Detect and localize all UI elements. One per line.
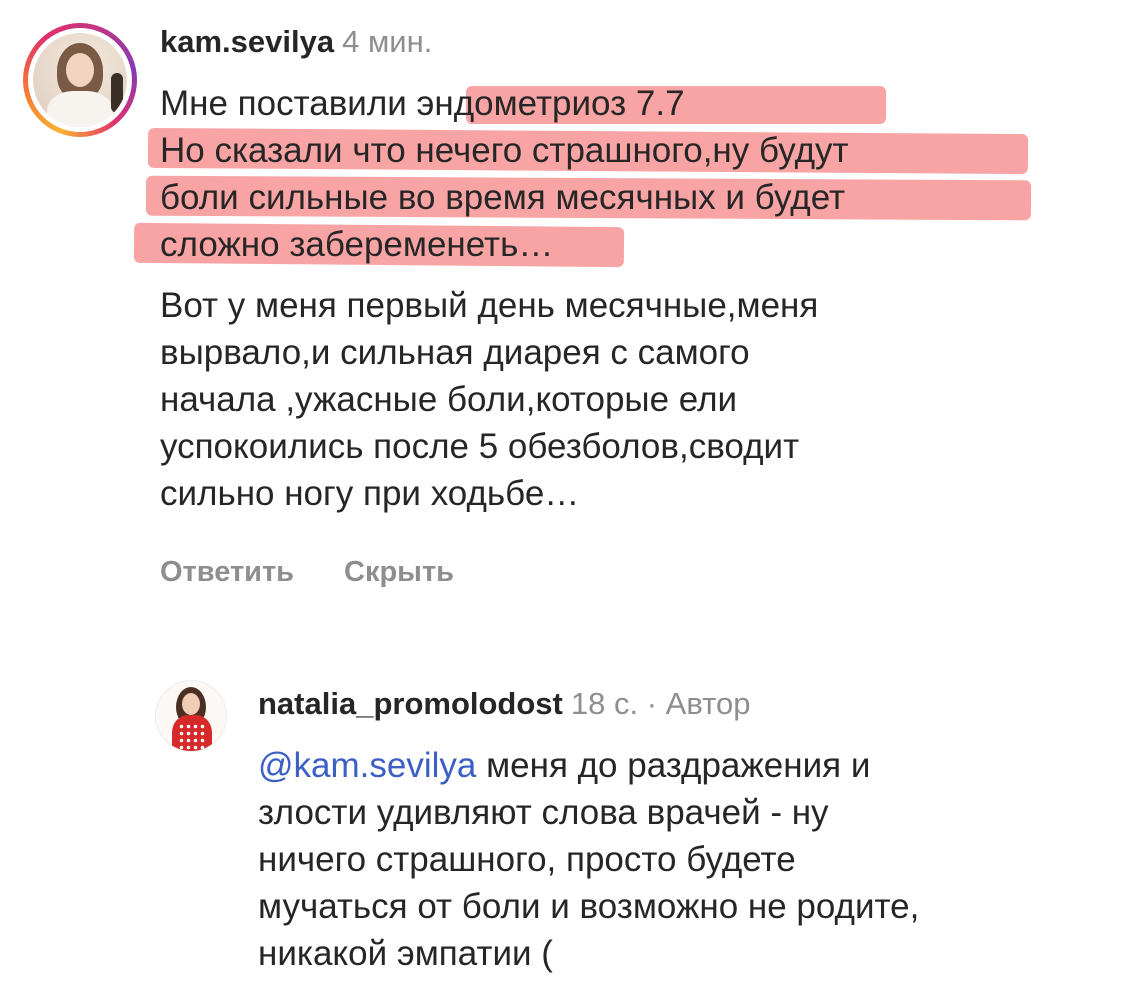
comment-line: Мне поставили эндометриоз 7.7 [160, 80, 1060, 127]
hide-button[interactable]: Скрыть [344, 556, 454, 588]
comment-text: Мне поставили эндометриоз 7.7 Но сказали… [133, 80, 1060, 517]
timestamp: 4 мин. [342, 24, 433, 59]
comment-actions: Ответить Скрыть [160, 556, 504, 589]
username[interactable]: kam.sevilya [160, 24, 334, 59]
comment-header: natalia_promolodost 18 с. · Автор [258, 684, 750, 724]
comment-paragraph: Вот у меня первый день месячные,меня выр… [160, 286, 819, 513]
avatar[interactable] [23, 23, 137, 137]
comment-text: @kam.sevilya меня до раздражения и злост… [258, 746, 920, 973]
comment-line: сложно забеременеть… [133, 221, 1060, 268]
avatar[interactable] [155, 680, 227, 752]
comment-line: боли сильные во время месячных и будет [145, 174, 1060, 221]
comment-line: Но сказали что нечего страшного,ну будут [147, 127, 1060, 175]
username[interactable]: natalia_promolodost [258, 686, 563, 721]
comment-header: kam.sevilya 4 мин. [160, 22, 432, 62]
separator: · [638, 686, 666, 721]
reply-button[interactable]: Ответить [160, 556, 294, 588]
author-badge: Автор [665, 686, 751, 721]
mention-link[interactable]: @kam.sevilya [258, 746, 476, 785]
timestamp: 18 с. [570, 686, 639, 721]
